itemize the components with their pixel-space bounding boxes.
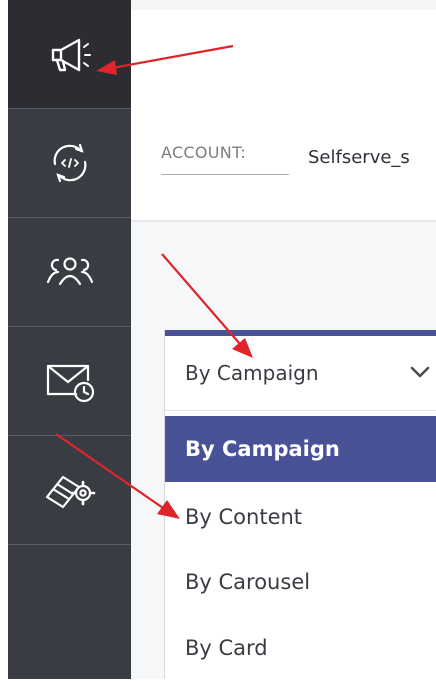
- mail-clock-icon: [42, 358, 98, 404]
- sidebar-item-empty: [8, 545, 131, 654]
- top-bar: [131, 0, 436, 10]
- account-label-underline: [161, 174, 289, 175]
- sidebar-item-campaigns[interactable]: [8, 0, 131, 109]
- users-icon: [42, 252, 98, 292]
- option-by-card[interactable]: By Card: [165, 615, 436, 681]
- option-by-content[interactable]: By Content: [165, 484, 436, 550]
- megaphone-icon: [43, 32, 97, 76]
- dropdown-selected-value: By Campaign: [185, 361, 319, 385]
- account-selector[interactable]: Selfserve_s: [308, 147, 410, 168]
- option-by-campaign[interactable]: By Campaign: [165, 416, 436, 482]
- sidebar-item-messages[interactable]: [8, 327, 131, 436]
- chevron-down-icon: [409, 364, 431, 383]
- account-label: ACCOUNT:: [161, 143, 247, 162]
- report-type-dropdown: By Campaign By Campaign By Content By Ca…: [164, 330, 436, 679]
- sidebar-item-audiences[interactable]: [8, 218, 131, 327]
- code-sync-icon: [45, 138, 95, 188]
- sidebar: [8, 0, 131, 679]
- option-by-carousel[interactable]: By Carousel: [165, 549, 436, 615]
- sidebar-item-integrations[interactable]: [8, 109, 131, 218]
- page-header: [131, 10, 436, 220]
- dropdown-toggle[interactable]: By Campaign: [165, 336, 436, 411]
- left-margin: [0, 0, 8, 679]
- sidebar-item-payments[interactable]: [8, 436, 131, 545]
- card-settings-icon: [41, 467, 99, 513]
